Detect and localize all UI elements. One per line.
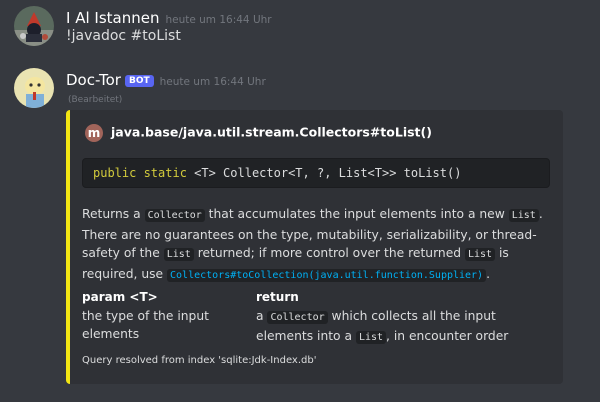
- timestamp: heute um 16:44 Uhr: [159, 76, 266, 88]
- field-value: the type of the input elements: [82, 308, 209, 342]
- bot-badge: BOT: [124, 75, 154, 87]
- edited-label: (Bearbeitet): [68, 95, 123, 105]
- user-avatar[interactable]: [14, 6, 54, 46]
- javadoc-embed: m java.base/java.util.stream.Collectors#t…: [66, 110, 563, 384]
- bot-avatar[interactable]: [14, 68, 54, 108]
- tocollection-link[interactable]: Collectors#toCollection(java.util.functi…: [167, 268, 487, 282]
- message-header: Doc-Tor BOT heute um 16:44 Uhr: [66, 70, 266, 89]
- field-name: return: [256, 290, 299, 304]
- signature-codeblock: public static <T> Collector<T, ?, List<T…: [82, 158, 550, 188]
- embed-author-name: java.base/java.util.stream.Collectors#to…: [111, 124, 432, 140]
- message-header: I Al Istannen heute um 16:44 Uhr: [66, 8, 272, 27]
- signature-keywords: public static: [93, 166, 187, 180]
- desc-text: returned; if more control over the retur…: [193, 246, 465, 261]
- embed-author[interactable]: m java.base/java.util.stream.Collectors#t…: [85, 124, 432, 142]
- inline-code: Collector: [144, 209, 205, 222]
- field-value: a Collector which collects all the input…: [256, 307, 546, 348]
- inline-code: List: [163, 248, 194, 262]
- username[interactable]: I Al Istannen: [66, 9, 159, 27]
- desc-text: .: [486, 266, 491, 281]
- inline-code: List: [464, 248, 496, 262]
- embed-footer: Query resolved from index 'sqlite:Jdk-In…: [82, 355, 317, 366]
- desc-text: that accumulates the input elements into…: [204, 207, 509, 221]
- field-name: param <T>: [82, 290, 158, 304]
- inline-code: List: [355, 331, 387, 345]
- module-icon: m: [85, 124, 103, 142]
- username[interactable]: Doc-Tor: [66, 71, 121, 89]
- embed-field-param: param <T> the type of the input elements: [82, 288, 252, 344]
- signature-text: <T> Collector<T, ?, List<T>> toList(): [186, 166, 462, 180]
- field-text: a: [256, 308, 268, 323]
- field-text: , in encounter order: [386, 329, 509, 344]
- inline-code: Collector: [267, 310, 328, 324]
- timestamp: heute um 16:44 Uhr: [165, 14, 272, 26]
- embed-field-return: return a Collector which collects all th…: [256, 288, 546, 348]
- bot-avatar-image: [14, 68, 54, 108]
- embed-description: Returns a Collector that accumulates the…: [82, 205, 552, 285]
- message-text: !javadoc #toList: [66, 28, 181, 44]
- inline-code: List: [508, 209, 539, 222]
- desc-text: Returns a: [82, 207, 145, 221]
- user-avatar-image: [14, 6, 54, 46]
